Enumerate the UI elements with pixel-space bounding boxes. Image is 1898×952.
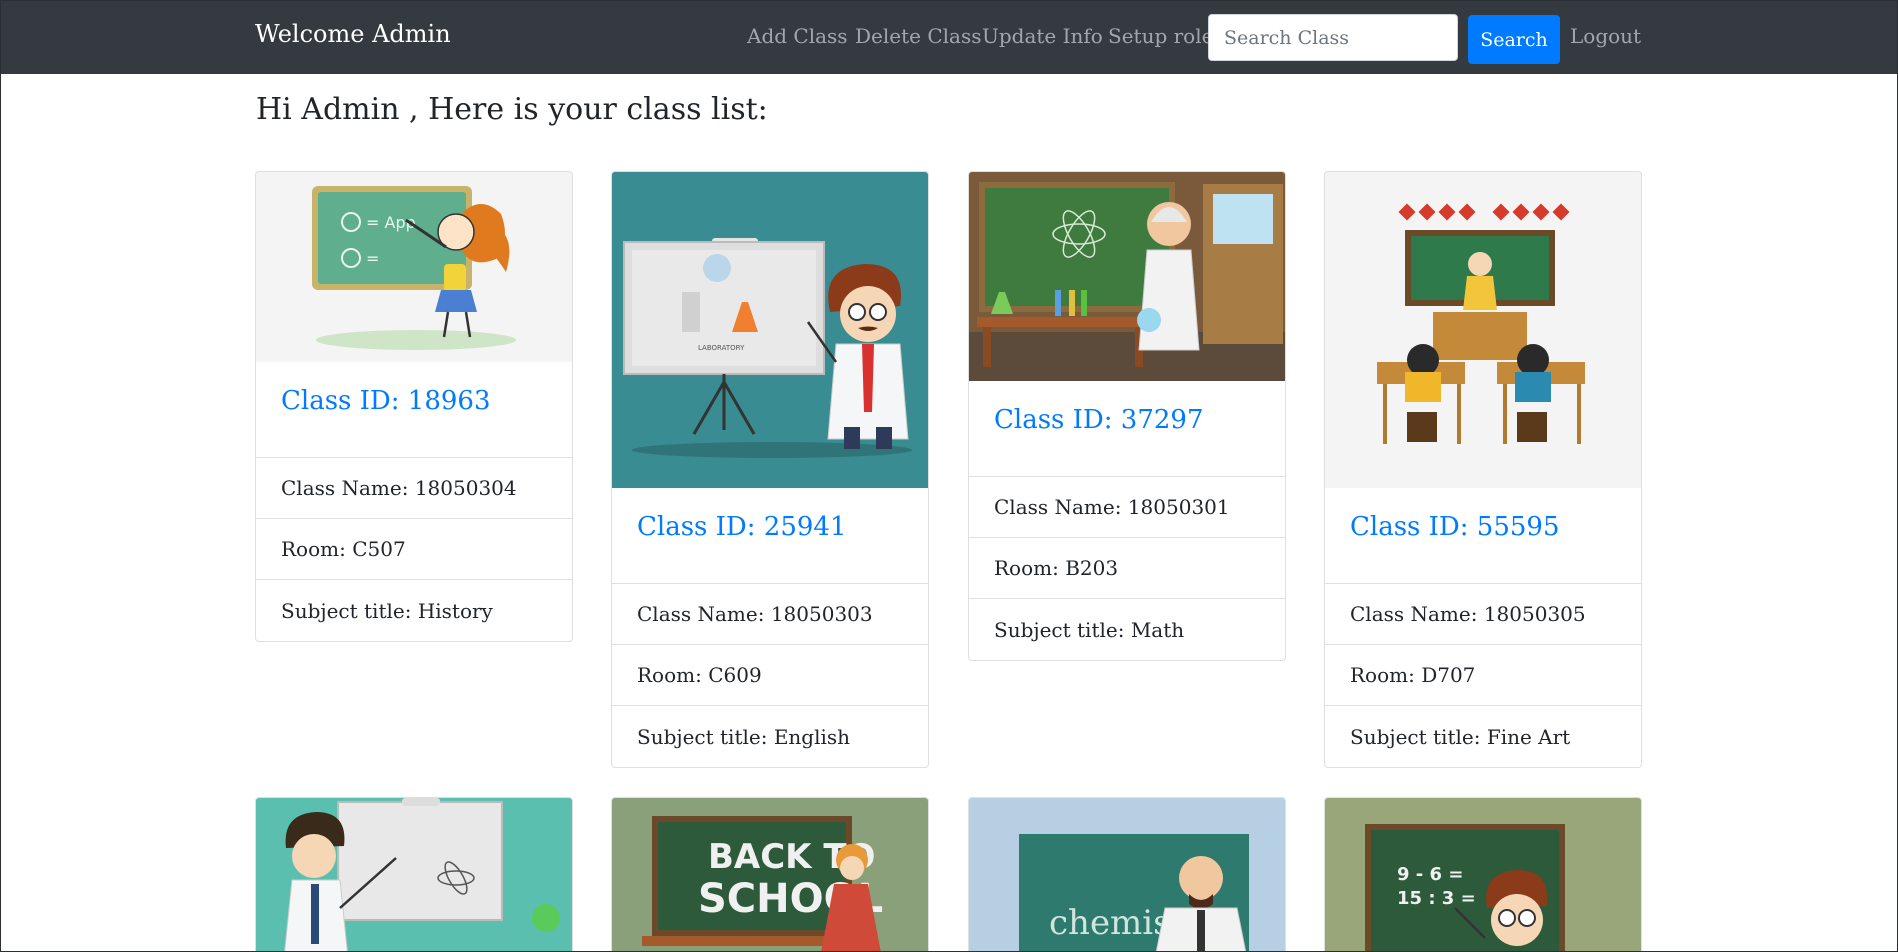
nav-update-info[interactable]: Update Info <box>982 24 1103 48</box>
class-id-title[interactable]: Class ID: 18963 <box>281 386 547 416</box>
search-button[interactable]: Search <box>1468 15 1560 64</box>
class-image-english: LABORATORY <box>612 172 928 488</box>
class-card: Class ID: 37297 Class Name: 18050301 Roo… <box>968 171 1286 661</box>
class-image-back-to-school: BACK TO SCHOOL <box>612 798 928 952</box>
nav-add-class[interactable]: Add Class <box>747 24 848 48</box>
card-body: Class ID: 37297 <box>969 381 1285 477</box>
class-card: = App = Class ID: 18963 Class Name: 1805… <box>255 171 573 642</box>
class-image-history: = App = <box>256 172 572 362</box>
class-id-title[interactable]: Class ID: 37297 <box>994 405 1260 435</box>
subject-item: Subject title: Math <box>994 617 1185 642</box>
room-item: Room: C507 <box>256 519 572 580</box>
class-name-item: Class Name: 18050305 <box>1325 584 1641 645</box>
svg-text:9 - 6 =: 9 - 6 = <box>1397 864 1463 885</box>
class-card: 9 - 6 = 15 : 3 = <box>1324 797 1642 952</box>
class-id-title[interactable]: Class ID: 25941 <box>637 512 903 542</box>
class-image-chemistry-board: chemistry <box>969 798 1285 952</box>
room-item: Room: B203 <box>969 538 1285 599</box>
svg-text:LABORATORY: LABORATORY <box>698 344 745 352</box>
class-name-item: Class Name: 18050301 <box>969 477 1285 538</box>
svg-text:15 : 3 =: 15 : 3 = <box>1397 888 1476 909</box>
card-body: Class ID: 55595 <box>1325 488 1641 584</box>
subject-item: Subject title: History <box>281 598 493 623</box>
class-card <box>255 797 573 952</box>
class-id-title[interactable]: Class ID: 55595 <box>1350 512 1616 542</box>
card-body: Class ID: 25941 <box>612 488 928 584</box>
class-image-fine-art <box>1325 172 1641 488</box>
room-item: Room: D707 <box>1325 645 1641 706</box>
svg-text:=: = <box>366 249 379 268</box>
nav-setup-role[interactable]: Setup role <box>1108 24 1213 48</box>
search-input[interactable] <box>1208 14 1458 61</box>
room-item: Room: C609 <box>612 645 928 706</box>
nav-logout[interactable]: Logout <box>1570 24 1641 48</box>
class-image-math-board: 9 - 6 = 15 : 3 = <box>1325 798 1641 952</box>
class-card: BACK TO SCHOOL <box>611 797 929 952</box>
class-name-item: Class Name: 18050303 <box>612 584 928 645</box>
class-image-chemistry-teacher <box>256 798 572 952</box>
class-card: chemistry <box>968 797 1286 952</box>
page-heading: Hi Admin , Here is your class list: <box>256 92 768 127</box>
card-body: Class ID: 18963 <box>256 362 572 458</box>
brand[interactable]: Welcome Admin <box>255 20 451 48</box>
subject-item: Subject title: Fine Art <box>1350 724 1571 749</box>
class-card: Class ID: 55595 Class Name: 18050305 Roo… <box>1324 171 1642 768</box>
class-image-math <box>969 172 1285 381</box>
nav-delete-class[interactable]: Delete Class <box>855 24 981 48</box>
navbar: Welcome Admin Add Class Delete Class Upd… <box>0 0 1898 74</box>
subject-item: Subject title: English <box>637 724 851 749</box>
class-card: LABORATORY Class ID: 25941 Class Name: 1… <box>611 171 929 768</box>
class-name-item: Class Name: 18050304 <box>256 458 572 519</box>
